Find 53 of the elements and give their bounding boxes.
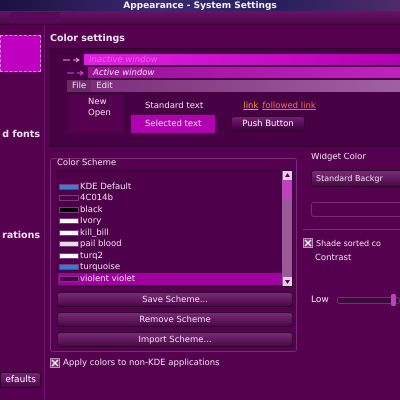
checkbox-label: Shade sorted co xyxy=(316,238,381,248)
scheme-list-item[interactable]: kill_bill xyxy=(58,227,282,238)
slider-label: Low xyxy=(311,295,329,305)
scheme-list-item[interactable]: black xyxy=(58,204,282,216)
color-button[interactable] xyxy=(311,202,400,217)
checkbox[interactable] xyxy=(50,358,60,368)
scheme-name: black xyxy=(80,204,103,215)
menu-item[interactable]: File xyxy=(67,80,92,92)
checkbox-label: Apply colors to non-KDE applications xyxy=(63,358,220,368)
scheme-list-item[interactable]: turq2 xyxy=(58,250,282,262)
checkbox[interactable] xyxy=(303,238,313,248)
defaults-button[interactable]: efaults xyxy=(0,372,41,388)
active-title-bar: Active window xyxy=(88,67,400,78)
section-heading: Color settings xyxy=(50,33,126,44)
menu-entry[interactable]: New xyxy=(88,97,124,107)
menu-item[interactable]: Edit xyxy=(91,80,118,92)
scheme-list-item[interactable]: 4C014b xyxy=(58,192,282,204)
selected-text: Selected text xyxy=(131,115,216,133)
menu-entry[interactable]: Open xyxy=(88,108,124,118)
scheme-button[interactable]: Remove Scheme xyxy=(57,312,293,327)
group-label: Contrast xyxy=(315,253,352,263)
scheme-button[interactable]: Import Scheme... xyxy=(57,332,293,347)
link[interactable]: link xyxy=(243,101,258,111)
followed-link[interactable]: followed link xyxy=(262,101,316,111)
window-title: Appearance - System Settings xyxy=(123,0,277,10)
scrollbar-thumb[interactable] xyxy=(283,180,291,200)
scrollbar[interactable] xyxy=(282,171,292,286)
sidebar-item[interactable]: rations xyxy=(0,230,44,241)
group-label: Color Scheme xyxy=(57,158,118,168)
scheme-list-item[interactable]: pail blood xyxy=(58,238,282,250)
scroll-up-icon[interactable] xyxy=(282,171,292,180)
scheme-name: violent violet xyxy=(80,274,136,284)
selected-item-highlight[interactable] xyxy=(0,35,41,72)
slider-thumb[interactable] xyxy=(390,294,396,306)
scheme-list-item[interactable]: KDE Default xyxy=(58,181,282,192)
scheme-list-item[interactable]: Ivory xyxy=(58,216,282,227)
scroll-down-icon[interactable] xyxy=(282,277,292,286)
widget-dropdown[interactable]: Standard Backgr xyxy=(311,170,400,187)
scheme-name: pail blood xyxy=(80,239,122,250)
scheme-name: kill_bill xyxy=(80,228,109,238)
scheme-list-item[interactable]: turquoise xyxy=(58,262,282,273)
inactive-title-bar: Inactive window xyxy=(84,54,400,65)
scheme-name: 4C014b xyxy=(80,193,113,204)
sidebar-item[interactable]: d fonts xyxy=(0,129,44,140)
scheme-name: Ivory xyxy=(80,216,102,226)
standard-text: Standard text xyxy=(144,101,204,111)
slider-track[interactable] xyxy=(336,296,400,304)
scheme-button[interactable]: Save Scheme... xyxy=(57,292,293,307)
scheme-name: turquoise xyxy=(80,262,120,272)
scheme-name: KDE Default xyxy=(80,182,132,192)
scheme-list-item[interactable]: violent violet xyxy=(58,273,282,284)
scheme-name: turq2 xyxy=(80,250,103,261)
push-button[interactable]: Push Button xyxy=(231,116,305,132)
